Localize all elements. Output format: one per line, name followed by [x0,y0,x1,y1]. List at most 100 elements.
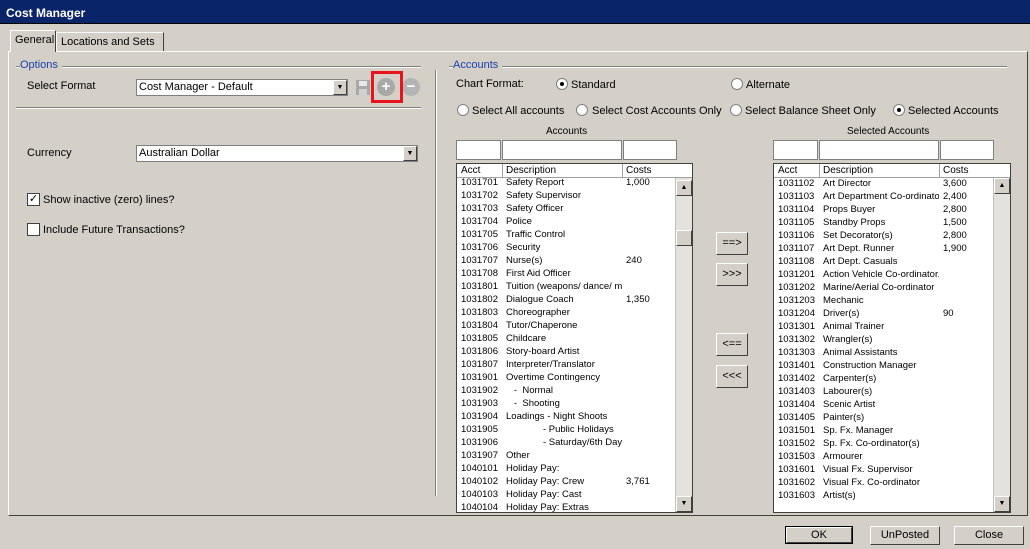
description-cell: Tuition (weapons/ dance/ m [506,281,622,292]
chevron-down-icon[interactable]: ▼ [333,80,347,95]
currency-select-value: Australian Dollar [139,147,220,159]
scroll-down-icon[interactable]: ▼ [676,496,692,512]
accounts-list-header: Acct Description Costs [457,164,692,178]
acct-cell: 1031202 [778,282,815,293]
description-cell: Nurse(s) [506,255,543,266]
description-cell: Artist(s) [823,490,856,501]
add-all-button[interactable]: >>> [716,263,748,286]
select-cost-label: Select Cost Accounts Only [592,105,722,117]
standard-label: Standard [571,79,616,91]
scroll-up-icon[interactable]: ▲ [676,180,692,196]
scroll-down-icon[interactable]: ▼ [994,496,1010,512]
accounts-list[interactable]: Acct Description Costs 1031701 Safety Rep… [456,163,693,513]
description-cell: Dialogue Coach [506,294,574,305]
description-cell: Holiday Pay: [506,463,560,474]
accounts-scrollbar[interactable]: ▲ ▼ [675,178,692,512]
acct-cell: 1031703 [461,203,498,214]
description-cell: - Shooting [506,398,560,409]
unposted-button[interactable]: UnPosted [870,526,940,545]
ok-button[interactable]: OK [785,526,853,544]
description-cell: Driver(s) [823,308,860,319]
accounts-filter-costs[interactable] [623,140,677,160]
close-button[interactable]: Close [954,526,1024,545]
accounts-filter-description[interactable] [502,140,622,160]
acct-cell: 1031804 [461,320,498,331]
select-cost-radio[interactable] [576,104,588,116]
select-all-radio[interactable] [457,104,469,116]
selected-scrollbar[interactable]: ▲ ▼ [993,178,1010,512]
description-cell: Sp. Fx. Manager [823,425,894,436]
acct-cell: 1031603 [778,490,815,501]
description-cell: Overtime Contingency [506,372,600,383]
selected-accounts-list[interactable]: Acct Description Costs 1031102 Art Direct… [773,163,1011,513]
scroll-up-icon[interactable]: ▲ [994,178,1010,194]
add-selected-button[interactable]: ==> [716,232,748,255]
column-acct[interactable]: Acct [778,165,797,176]
description-cell: Standby Props [823,217,886,228]
column-acct[interactable]: Acct [461,165,480,176]
selected-list-title: Selected Accounts [847,126,930,137]
costs-cell: 3,600 [943,178,967,189]
include-future-label: Include Future Transactions? [43,224,185,236]
acct-cell: 1031106 [778,230,815,241]
description-cell: Props Buyer [823,204,876,215]
acct-cell: 1031903 [461,398,498,409]
tab-general[interactable]: General [10,30,56,52]
selected-filter-acct[interactable] [773,140,818,160]
description-cell: Interpreter/Translator [506,359,595,370]
standard-radio[interactable] [556,78,568,90]
window-title: Cost Manager [0,0,1030,24]
save-format-icon[interactable] [355,79,371,96]
description-cell: Labourer(s) [823,386,873,397]
acct-cell: 1031803 [461,307,498,318]
column-description[interactable]: Description [823,165,873,176]
acct-cell: 1031303 [778,347,815,358]
column-costs[interactable]: Costs [626,165,652,176]
select-balance-radio[interactable] [730,104,742,116]
selected-accounts-radio[interactable] [893,104,905,116]
include-future-checkbox[interactable] [27,223,40,236]
description-cell: Safety Report [506,177,565,188]
acct-cell: 1031602 [778,477,815,488]
tab-locations-and-sets[interactable]: Locations and Sets [56,32,164,52]
remove-all-button[interactable]: <<< [716,365,748,388]
column-description[interactable]: Description [506,165,556,176]
alternate-label: Alternate [746,79,791,91]
format-select-value: Cost Manager - Default [139,81,253,93]
acct-cell: 1031705 [461,229,498,240]
column-costs[interactable]: Costs [943,165,969,176]
select-format-label: Select Format [27,80,96,92]
acct-cell: 1031302 [778,334,815,345]
acct-cell: 1031105 [778,217,815,228]
selected-filter-costs[interactable] [940,140,994,160]
show-inactive-checkbox[interactable]: ✓ [27,193,40,206]
acct-cell: 1031405 [778,412,815,423]
chevron-down-icon[interactable]: ▼ [403,146,417,161]
costs-cell: 240 [626,255,642,266]
acct-cell: 1031805 [461,333,498,344]
description-cell: Other [506,450,530,461]
acct-cell: 1040101 [461,463,498,474]
select-balance-label: Select Balance Sheet Only [745,105,876,117]
alternate-radio[interactable] [731,78,743,90]
currency-label: Currency [27,147,72,159]
acct-cell: 1031104 [778,204,815,215]
description-cell: Art Dept. Casuals [823,256,898,267]
format-select[interactable]: Cost Manager - Default ▼ [136,79,348,96]
description-cell: Scenic Artist [823,399,876,410]
remove-selected-button[interactable]: <== [716,333,748,356]
scroll-thumb[interactable] [676,230,692,246]
currency-select[interactable]: Australian Dollar ▼ [136,145,418,162]
select-all-label: Select All accounts [472,105,565,117]
selected-filter-description[interactable] [819,140,939,160]
acct-cell: 1031401 [778,360,815,371]
remove-format-icon[interactable]: − [402,78,420,96]
acct-cell: 1040104 [461,502,498,513]
description-cell: Construction Manager [823,360,917,371]
selected-list-header: Acct Description Costs [774,164,1010,178]
description-cell: First Aid Officer [506,268,571,279]
accounts-filter-acct[interactable] [456,140,501,160]
costs-cell: 1,500 [943,217,967,228]
acct-cell: 1031806 [461,346,498,357]
acct-cell: 1031904 [461,411,498,422]
